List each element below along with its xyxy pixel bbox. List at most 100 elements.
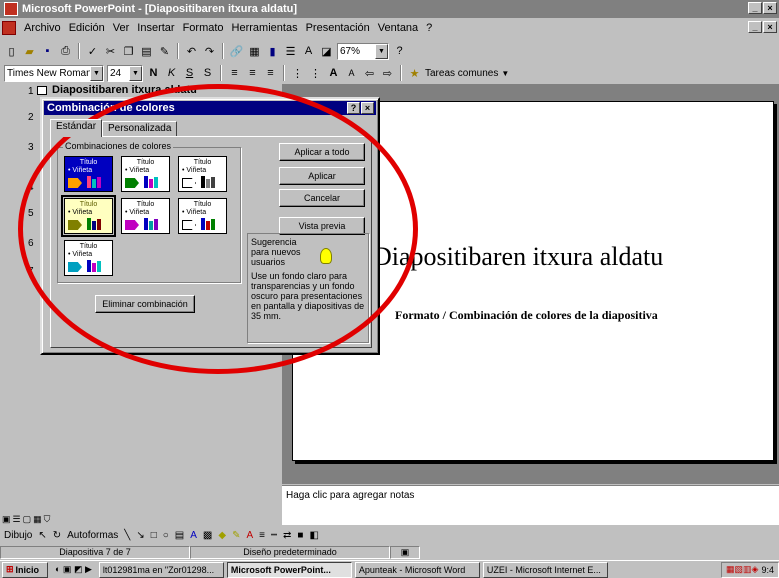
format-painter-icon[interactable]: ✎ — [157, 44, 172, 59]
notes-pane[interactable]: Haga clic para agregar notas — [282, 485, 779, 525]
rectangle-icon[interactable]: □ — [151, 530, 157, 541]
scheme-swatch[interactable]: Título • Viñeta — [178, 198, 227, 234]
scheme-swatch[interactable]: Título • Viñeta — [121, 198, 170, 234]
cut-icon[interactable]: ✂ — [103, 44, 118, 59]
redo-icon[interactable]: ↷ — [202, 44, 217, 59]
italic-icon[interactable]: K — [164, 66, 179, 81]
line-style-icon[interactable]: ≡ — [259, 530, 265, 541]
open-icon[interactable]: ▰ — [22, 44, 37, 59]
tasks-icon[interactable]: ★ — [407, 66, 422, 81]
underline-icon[interactable]: S — [182, 66, 197, 81]
slide-number[interactable]: 2 — [28, 112, 34, 123]
chevron-down-icon[interactable]: ▼ — [90, 65, 103, 81]
fill-color-icon[interactable]: ◆ — [218, 530, 226, 541]
autoshapes-menu[interactable]: Autoformas — [67, 530, 118, 541]
slide-subtitle[interactable]: Formato / Combinación de colores de la d… — [395, 308, 658, 323]
bold-icon[interactable]: N — [146, 66, 161, 81]
table-icon[interactable]: ▦ — [247, 44, 262, 59]
shadow-icon[interactable]: S — [200, 66, 215, 81]
slide-number[interactable]: 4 — [28, 182, 34, 193]
outline-slide-title[interactable]: Diapositibaren itxura aldatu — [52, 84, 197, 96]
task-item[interactable]: Apunteak - Microsoft Word — [354, 561, 480, 578]
scheme-swatch-selected[interactable]: Título • Viñeta — [61, 195, 116, 237]
task-item[interactable]: Microsoft PowerPoint... — [226, 561, 352, 578]
print-icon[interactable]: ⎙ — [58, 44, 73, 59]
tab-standard[interactable]: Estándar — [50, 119, 103, 137]
chevron-down-icon[interactable]: ▼ — [375, 43, 388, 59]
draw-menu[interactable]: Dibujo — [4, 530, 32, 541]
line-color-icon[interactable]: ✎ — [232, 530, 240, 541]
font-size-select[interactable]: 24 ▼ — [107, 64, 143, 82]
line-icon[interactable]: ╲ — [124, 530, 130, 541]
slide-view-icon[interactable]: ▢ — [23, 514, 32, 525]
slide-number[interactable]: 5 — [28, 208, 34, 219]
menu-herramientas[interactable]: Herramientas — [228, 22, 302, 34]
menu-presentacion[interactable]: Presentación — [302, 22, 374, 34]
numbering-icon[interactable]: ⋮ — [290, 66, 305, 81]
demote-icon[interactable]: ⇨ — [380, 66, 395, 81]
rotate-icon[interactable]: ↻ — [53, 530, 61, 541]
normal-view-icon[interactable]: ▣ — [2, 514, 11, 525]
oval-icon[interactable]: ○ — [163, 530, 169, 541]
menu-ventana[interactable]: Ventana — [374, 22, 422, 34]
minimize-button[interactable]: _ — [748, 2, 762, 14]
common-tasks-menu[interactable]: Tareas comunes — [425, 68, 498, 79]
doc-close-button[interactable]: × — [763, 21, 777, 33]
promote-icon[interactable]: ⇦ — [362, 66, 377, 81]
scheme-swatch[interactable]: Título • Viñeta — [64, 240, 113, 276]
zoom-select[interactable]: 67% ▼ — [337, 42, 389, 60]
dialog-title-bar[interactable]: Combinación de colores ? × — [44, 101, 376, 115]
undo-icon[interactable]: ↶ — [184, 44, 199, 59]
task-item[interactable]: lt012981ma en "Zor01298... — [98, 561, 224, 578]
copy-icon[interactable]: ❐ — [121, 44, 136, 59]
save-icon[interactable]: ▪ — [40, 44, 55, 59]
chart-icon[interactable]: ▮ — [265, 44, 280, 59]
font-select[interactable]: Times New Roman ▼ — [4, 64, 104, 82]
start-button[interactable]: ⊞ Inicio — [2, 561, 48, 578]
expand-icon[interactable]: ☰ — [283, 44, 298, 59]
select-pointer-icon[interactable]: ↖ — [38, 530, 46, 541]
menu-edicion[interactable]: Edición — [65, 22, 109, 34]
align-left-icon[interactable]: ≡ — [227, 66, 242, 81]
hyperlink-icon[interactable]: 🔗 — [229, 44, 244, 59]
arrow-style-icon[interactable]: ⇄ — [283, 530, 291, 541]
doc-minimize-button[interactable]: _ — [748, 21, 762, 33]
sorter-view-icon[interactable]: ▦ — [33, 514, 42, 525]
document-icon[interactable] — [2, 21, 16, 35]
delete-scheme-button[interactable]: Eliminar combinación — [95, 295, 195, 313]
increase-font-icon[interactable]: A — [326, 66, 341, 81]
outline-view-icon[interactable]: ☰ — [13, 514, 21, 525]
menu-insertar[interactable]: Insertar — [133, 22, 178, 34]
bullets-icon[interactable]: ⋮ — [308, 66, 323, 81]
dialog-close-button[interactable]: × — [361, 102, 374, 114]
chevron-down-icon[interactable]: ▼ — [501, 69, 509, 78]
task-item[interactable]: UZEI - Microsoft Internet E... — [482, 561, 608, 578]
slideshow-icon[interactable]: ⛉ — [44, 514, 51, 525]
scheme-swatch[interactable]: Título • Viñeta — [178, 156, 227, 192]
align-center-icon[interactable]: ≡ — [245, 66, 260, 81]
scheme-swatch[interactable]: Título • Viñeta — [64, 156, 113, 192]
clipart-icon[interactable]: ▩ — [203, 530, 212, 541]
font-color-icon[interactable]: A — [246, 530, 253, 541]
grayscale-icon[interactable]: ◪ — [319, 44, 334, 59]
decrease-font-icon[interactable]: A — [344, 66, 359, 81]
help-button[interactable]: ? — [347, 102, 360, 114]
quicklaunch-icons[interactable]: ◐ ▣ ◩ ▶ — [51, 564, 96, 575]
close-button[interactable]: × — [763, 2, 777, 14]
help-icon[interactable]: ? — [392, 44, 407, 59]
slide-number[interactable]: 3 — [28, 142, 34, 153]
slide-number[interactable]: 1 — [28, 86, 34, 97]
scheme-swatch[interactable]: Título • Viñeta — [121, 156, 170, 192]
show-formatting-icon[interactable]: A — [301, 44, 316, 59]
arrow-icon[interactable]: ↘ — [136, 530, 144, 541]
align-right-icon[interactable]: ≡ — [263, 66, 278, 81]
wordart-icon[interactable]: A — [190, 530, 197, 541]
spelling-status-icon[interactable]: ▣ — [390, 545, 420, 559]
slide-number[interactable]: 7 — [28, 266, 34, 277]
slide-number[interactable]: 6 — [28, 238, 34, 249]
paste-icon[interactable]: ▤ — [139, 44, 154, 59]
3d-style-icon[interactable]: ◧ — [309, 530, 318, 541]
dash-style-icon[interactable]: ┅ — [271, 530, 277, 541]
menu-help[interactable]: ? — [422, 22, 436, 34]
apply-all-button[interactable]: Aplicar a todo — [279, 143, 365, 161]
